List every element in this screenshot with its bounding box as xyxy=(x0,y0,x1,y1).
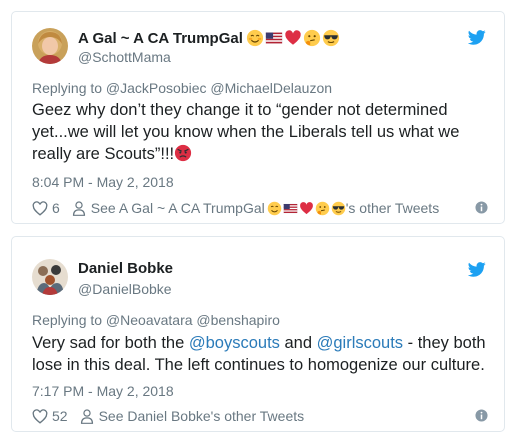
tweet-actions: 6 See A Gal ~ A CA TrumpGal 's other Twe… xyxy=(32,198,488,218)
person-icon xyxy=(72,200,85,216)
twitter-bird-icon[interactable] xyxy=(468,30,486,45)
thinking-face-icon xyxy=(303,29,320,47)
red-heart-icon xyxy=(285,30,301,45)
heart-icon[interactable] xyxy=(32,408,48,424)
thinking-face-icon xyxy=(315,201,329,215)
avatar-image xyxy=(32,259,68,295)
see-other-tweets-link[interactable]: See Daniel Bobke's other Tweets xyxy=(99,408,305,424)
heart-icon[interactable] xyxy=(32,200,48,216)
info-icon[interactable] xyxy=(475,409,488,422)
us-flag-icon xyxy=(283,203,298,213)
twitter-bird-icon[interactable] xyxy=(468,262,486,277)
see-other-tweets-prefix: See A Gal ~ A CA TrumpGal xyxy=(90,200,265,216)
us-flag-icon xyxy=(265,32,283,44)
avatar[interactable] xyxy=(32,259,68,295)
user-handle[interactable]: @SchottMama xyxy=(78,49,171,65)
replying-to[interactable]: Replying to @Neoavatara @benshapiro xyxy=(32,312,280,328)
sunglasses-face-icon xyxy=(322,29,339,47)
person-icon xyxy=(80,408,93,424)
display-name[interactable]: Daniel Bobke xyxy=(78,260,173,277)
tweet-text-content: Geez why don’t they change it to “gender… xyxy=(32,101,460,163)
avatar-image xyxy=(32,28,68,64)
tweet-text-part: and xyxy=(279,334,317,352)
info-icon[interactable] xyxy=(475,201,488,214)
red-heart-icon xyxy=(299,201,313,214)
tweet-text: Geez why don’t they change it to “gender… xyxy=(32,99,492,165)
tweet-actions: 52 See Daniel Bobke's other Tweets xyxy=(32,406,488,426)
sunglasses-face-icon xyxy=(331,201,345,215)
smiling-face-icon xyxy=(267,201,281,215)
mention-link-girlscouts[interactable]: @girlscouts xyxy=(317,334,403,352)
user-handle[interactable]: @DanielBobke xyxy=(78,281,172,297)
tweet-text: Very sad for both the @boyscouts and @gi… xyxy=(32,332,492,376)
tweet-timestamp[interactable]: 7:17 PM - May 2, 2018 xyxy=(32,383,174,399)
see-other-tweets-suffix: 's other Tweets xyxy=(345,200,440,216)
like-count[interactable]: 52 xyxy=(52,408,68,424)
avatar[interactable] xyxy=(32,28,68,64)
angry-face-icon xyxy=(175,144,192,162)
like-count[interactable]: 6 xyxy=(52,200,60,216)
display-name[interactable]: A Gal ~ A CA TrumpGal xyxy=(78,29,340,47)
replying-to[interactable]: Replying to @JackPosobiec @MichaelDelauz… xyxy=(32,80,332,96)
tweet-card[interactable]: Daniel Bobke @DanielBobke Replying to @N… xyxy=(11,236,505,432)
tweet-text-part: Very sad for both the xyxy=(32,334,189,352)
tweet-timestamp[interactable]: 8:04 PM - May 2, 2018 xyxy=(32,174,174,190)
mention-link-boyscouts[interactable]: @boyscouts xyxy=(189,334,280,352)
smiling-face-icon xyxy=(246,29,263,47)
tweet-card[interactable]: A Gal ~ A CA TrumpGal @SchottMama Replyi… xyxy=(11,11,505,224)
display-name-text: A Gal ~ A CA TrumpGal xyxy=(78,29,243,47)
see-other-tweets-link[interactable]: See A Gal ~ A CA TrumpGal 's other Tweet… xyxy=(91,200,439,216)
